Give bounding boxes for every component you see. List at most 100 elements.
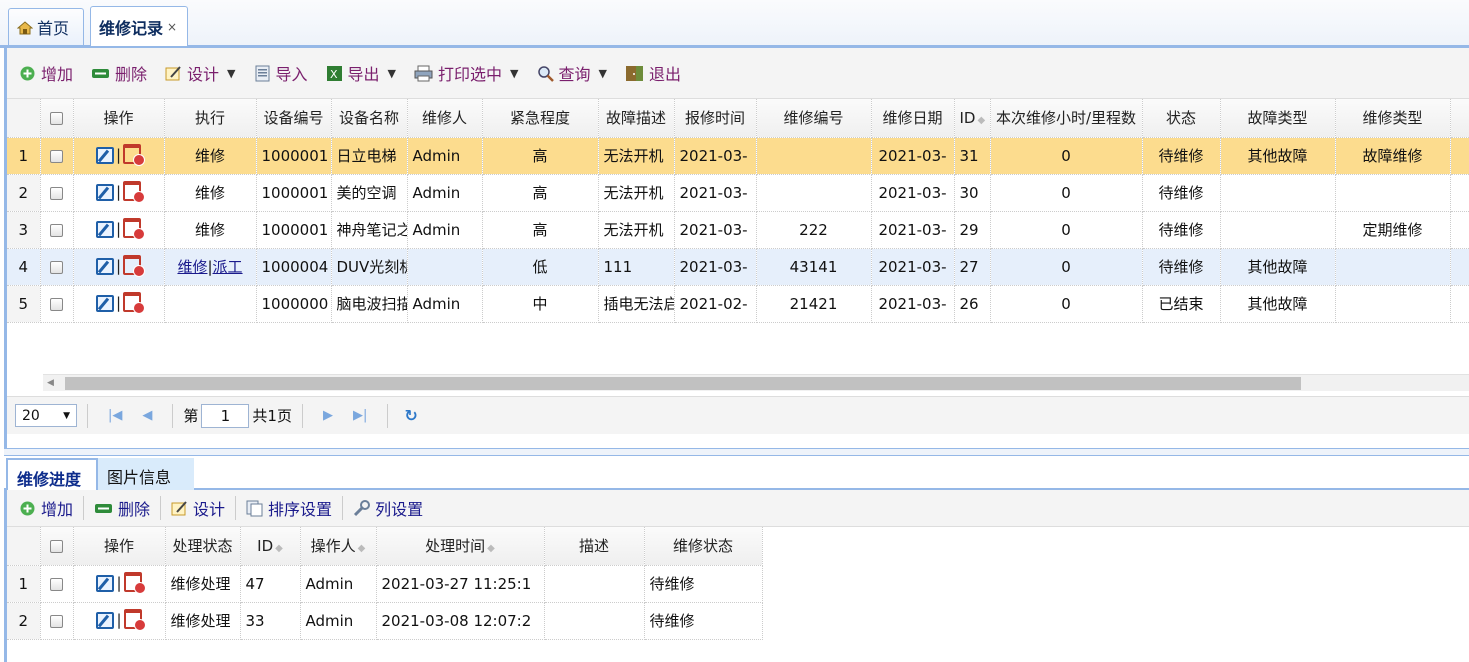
column-settings-button[interactable]: 列设置	[353, 496, 423, 520]
horizontal-scrollbar[interactable]: ◀	[43, 374, 1469, 391]
query-button[interactable]: 查询 ▼	[537, 61, 607, 85]
row-checkbox[interactable]	[50, 186, 63, 200]
table-row[interactable]: 1 | 维修 1000001 日立电梯 Admin 高无法开机 2021-03- 2021-03…	[7, 137, 1469, 175]
table-row[interactable]: 5 | 1000000 脑电波扫描 Admin 中插电无法启 2021-02- 21421 20…	[7, 285, 1469, 323]
row-select[interactable]	[40, 565, 74, 603]
trash-icon[interactable]	[123, 254, 146, 277]
tab-image-info[interactable]: 图片信息	[98, 458, 194, 490]
header-cell-time[interactable]: 处理时间 ◆	[376, 527, 545, 566]
row-select[interactable]	[40, 137, 74, 175]
header-cell[interactable]: 维修状态	[644, 527, 763, 566]
select-all-checkbox[interactable]	[50, 539, 63, 553]
panel-splitter[interactable]	[4, 448, 1469, 456]
trash-icon[interactable]	[123, 143, 146, 166]
trash-icon[interactable]	[123, 180, 146, 203]
row-select[interactable]	[40, 602, 74, 640]
edit-icon[interactable]	[95, 220, 114, 238]
header-select-all[interactable]	[40, 527, 74, 566]
next-page-icon[interactable]: ▶	[323, 408, 333, 423]
edit-icon[interactable]	[95, 146, 114, 164]
detail-add-button[interactable]: 增加	[19, 496, 73, 520]
cell-id: 33	[240, 602, 301, 640]
header-cell-operator[interactable]: 操作人 ◆	[300, 527, 377, 566]
repair-action[interactable]: 维修	[195, 147, 225, 165]
header-cell[interactable]: 操作	[73, 99, 165, 138]
header-cell[interactable]: 本次维修小时/里程数	[990, 99, 1143, 138]
row-checkbox[interactable]	[50, 260, 63, 274]
row-checkbox[interactable]	[50, 297, 63, 311]
header-cell[interactable]: 故障描述	[598, 99, 675, 138]
print-selected-button[interactable]: 打印选中 ▼	[414, 61, 519, 85]
tab-repair-progress[interactable]: 维修进度	[6, 458, 98, 492]
edit-icon[interactable]	[95, 183, 114, 201]
sort-settings-button[interactable]: 排序设置	[246, 496, 332, 520]
header-cell[interactable]: 执行	[164, 99, 257, 138]
header-cell[interactable]: 设备名称	[331, 99, 408, 138]
table-row[interactable]: 3 | 维修 1000001 神舟笔记之 Admin 高无法开机 2021-03- 222 202…	[7, 211, 1469, 249]
close-icon[interactable]: ×	[167, 20, 177, 34]
header-cell[interactable]: 维修编号	[756, 99, 872, 138]
refresh-icon[interactable]: ↻	[404, 406, 417, 425]
header-cell[interactable]: 状态	[1142, 99, 1221, 138]
exit-button[interactable]: 退出	[625, 61, 681, 85]
edit-icon[interactable]	[95, 257, 114, 275]
table-row[interactable]: 2 | 维修处理 33 Admin 2021-03-08 12:07:2 待维修	[7, 602, 763, 640]
delete-icon	[94, 500, 113, 517]
header-cell[interactable]: 操作	[73, 527, 166, 566]
row-select[interactable]	[40, 285, 74, 323]
import-button[interactable]: 导入	[254, 61, 308, 85]
last-page-icon[interactable]: ▶|	[353, 408, 367, 423]
export-button[interactable]: X 导出 ▼	[326, 61, 396, 85]
scrollbar-thumb[interactable]	[65, 377, 1301, 390]
header-cell[interactable]: 维修人	[407, 99, 483, 138]
header-cell[interactable]: 设备编号	[256, 99, 332, 138]
row-select[interactable]	[40, 174, 74, 212]
scroll-left-icon[interactable]: ◀	[47, 378, 54, 388]
header-cell[interactable]: 故障类型	[1220, 99, 1336, 138]
row-select[interactable]	[40, 211, 74, 249]
header-cell-id[interactable]: ID ◆	[954, 99, 991, 138]
repair-action[interactable]: 维修	[195, 184, 225, 202]
tab-home[interactable]: 首页	[8, 8, 84, 45]
header-cell[interactable]: 处理状态	[165, 527, 241, 566]
prev-page-icon[interactable]: ◀	[142, 408, 152, 423]
row-checkbox[interactable]	[50, 577, 63, 591]
tab-repair-records[interactable]: 维修记录 ×	[90, 6, 188, 46]
trash-icon[interactable]	[123, 608, 146, 631]
table-row[interactable]: 1 | 维修处理 47 Admin 2021-03-27 11:25:1 待维修	[7, 565, 763, 603]
repair-action[interactable]: 维修	[195, 221, 225, 239]
header-cell[interactable]: 维修类型	[1335, 99, 1451, 138]
trash-icon[interactable]	[123, 217, 146, 240]
edit-icon[interactable]	[96, 611, 115, 629]
row-checkbox[interactable]	[50, 614, 63, 628]
repair-link[interactable]: 维修	[177, 258, 207, 276]
header-cell-id[interactable]: ID ◆	[240, 527, 301, 566]
delete-button[interactable]: 删除	[91, 61, 147, 85]
detail-delete-button[interactable]: 删除	[94, 496, 150, 520]
page-number-input[interactable]: 1	[201, 403, 250, 428]
dispatch-link[interactable]: 派工	[213, 258, 243, 276]
detail-design-button[interactable]: 设计	[171, 496, 225, 520]
row-checkbox[interactable]	[50, 223, 63, 237]
header-cell[interactable]: 报修时间	[674, 99, 757, 138]
trash-icon[interactable]	[123, 291, 146, 314]
design-button[interactable]: 设计 ▼	[165, 61, 236, 85]
trash-icon[interactable]	[123, 571, 146, 594]
header-cell[interactable]: 紧急程度	[482, 99, 599, 138]
header-cell[interactable]: 维修日期	[871, 99, 955, 138]
select-all-checkbox[interactable]	[50, 111, 63, 125]
header-cell[interactable]: 描述	[544, 527, 645, 566]
edit-icon[interactable]	[96, 574, 115, 592]
sort-settings-icon	[246, 500, 263, 517]
add-button[interactable]: 增加	[19, 61, 73, 85]
table-row[interactable]: 4 | 维修|派工 1000004 DUV光刻机低 111 2021-03- 43141 202…	[7, 248, 1469, 286]
row-checkbox[interactable]	[50, 149, 63, 163]
header-select-all[interactable]	[40, 99, 74, 138]
row-select[interactable]	[40, 248, 74, 286]
edit-icon[interactable]	[95, 294, 114, 312]
first-page-icon[interactable]: |◀	[108, 408, 122, 423]
table-row[interactable]: 2 | 维修 1000001 美的空调 Admin 高无法开机 2021-03- 2021-03…	[7, 174, 1469, 212]
page-size-select[interactable]: 20 ▼	[15, 404, 77, 427]
row-number: 1	[7, 565, 41, 603]
cell-fault-desc: 无法开机	[598, 174, 675, 212]
